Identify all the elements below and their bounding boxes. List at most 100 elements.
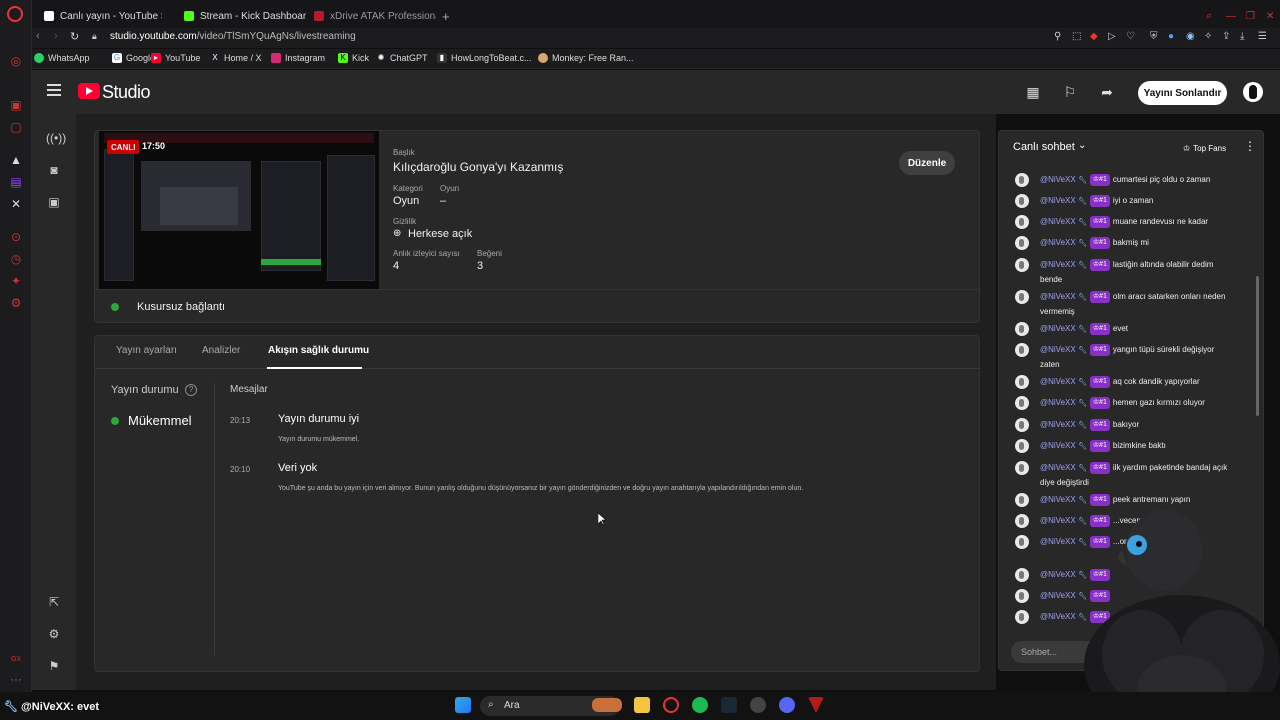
pocket-icon[interactable]: ◆ [1090,31,1098,42]
chat-message[interactable]: @NiVeXX 🔧︎ ♔#1 iyi o zaman [1015,194,1235,209]
chat-message[interactable]: @NiVeXX 🔧︎ ♔#1 bakmiş mi [1015,236,1235,251]
bookmark-icon[interactable]: ⚐ [1062,84,1078,100]
more-icon[interactable]: ··· [7,670,25,688]
messenger-icon[interactable]: ▣ [7,96,25,114]
chat-avatar[interactable] [1015,236,1029,250]
chat-author[interactable]: @NiVeXX [1040,516,1076,525]
chat-author[interactable]: @NiVeXX [1040,398,1076,407]
chevron-down-icon[interactable]: ⌄ [1078,140,1086,151]
chat-scrollbar[interactable] [1256,276,1259,416]
forward-icon[interactable]: › [54,30,58,42]
help-icon[interactable]: ? [185,384,197,396]
bookmark-whatsapp[interactable]: WhatsApp [34,53,90,63]
snapshot-icon[interactable]: ⬚ [1072,31,1081,42]
settings-icon[interactable]: ⚙ [7,294,25,312]
chat-avatar[interactable] [1015,610,1029,624]
chat-message[interactable]: @NiVeXX 🔧︎ ♔#1 hemen gazı kırmızı oluyor [1015,396,1235,411]
chat-avatar[interactable] [1015,194,1029,208]
chat-message[interactable]: @NiVeXX 🔧︎ ♔#1 muane randevusı ne kadar [1015,215,1235,230]
opera-logo-icon[interactable] [7,6,23,22]
shield-icon[interactable]: ⛨ [1150,31,1158,42]
chat-author[interactable]: @NiVeXX [1040,175,1076,184]
tab-analytics[interactable]: Analizler [202,345,240,356]
history-icon[interactable]: ◷ [7,250,25,268]
chat-author[interactable]: @NiVeXX [1040,591,1076,600]
studio-logo-text[interactable]: Studio [102,82,151,103]
audio-icon[interactable]: ◉ [1186,31,1195,42]
settings-gear-icon[interactable]: ⚙ [46,626,62,642]
stream-preview[interactable]: CANLI 17:50 [99,131,379,289]
chat-avatar[interactable] [1015,396,1029,410]
external-link-icon[interactable]: ⇱ [46,594,62,610]
chat-author[interactable]: @NiVeXX [1040,537,1076,546]
live-stream-icon[interactable]: ((•)) [46,130,66,146]
edit-button[interactable]: Düzenle [899,151,955,175]
discord-icon[interactable] [779,697,795,713]
puzzle-icon[interactable]: ✧ [1204,31,1212,42]
spotify-icon[interactable] [692,697,708,713]
lock-icon[interactable]: 🔒︎ [92,31,97,42]
chat-avatar[interactable] [1015,418,1029,432]
back-icon[interactable]: ‹ [36,30,40,42]
url-field[interactable]: studio.youtube.com/video/TlSmYQuAgNs/liv… [110,31,356,42]
aria-icon[interactable]: ▲ [7,151,25,169]
steam-icon[interactable] [721,697,737,713]
chat-avatar[interactable] [1015,493,1029,507]
chat-avatar[interactable] [1015,258,1029,272]
chat-author[interactable]: @NiVeXX [1040,345,1076,354]
bookmark-youtube[interactable]: ▸ YouTube [151,53,200,63]
speed-dial-icon[interactable]: ◎ [7,52,25,70]
chat-author[interactable]: @NiVeXX [1040,495,1076,504]
bookmark-google[interactable]: G Google [112,53,155,63]
clapper-icon[interactable]: ▦ [1025,84,1041,100]
chat-avatar[interactable] [1015,589,1029,603]
camera-icon[interactable]: ◙ [46,162,62,178]
share-arrow-icon[interactable]: ➦ [1099,84,1115,100]
chat-avatar[interactable] [1015,322,1029,336]
chat-author[interactable]: @NiVeXX [1040,260,1076,269]
chat-avatar[interactable] [1015,439,1029,453]
chat-message[interactable]: @NiVeXX 🔧︎ ♔#1 bizimkine baktı [1015,439,1235,454]
chat-title[interactable]: Canlı sohbet [1013,141,1075,153]
chat-author[interactable]: @NiVeXX [1040,238,1076,247]
chat-avatar[interactable] [1015,568,1029,582]
chat-author[interactable]: @NiVeXX [1040,420,1076,429]
chat-message[interactable]: @NiVeXX 🔧︎ ♔#1 olm aracı satarken onları n… [1015,290,1235,319]
reload-icon[interactable]: ↻ [70,30,79,43]
menu-icon[interactable]: ☰ [1258,31,1267,42]
app-icon[interactable] [750,697,766,713]
top-fans-button[interactable]: ♔ Top Fans [1179,140,1230,156]
chat-author[interactable]: @NiVeXX [1040,570,1076,579]
bookmark-chatgpt[interactable]: ✺ ChatGPT [376,53,428,63]
share-icon[interactable]: ⇪ [1222,31,1230,42]
calendar-icon[interactable]: ▣ [46,194,62,210]
bookmark-x[interactable]: X Home / X [210,53,261,63]
chat-author[interactable]: @NiVeXX [1040,612,1076,621]
search-tabs-icon[interactable]: ⌕ [1198,5,1220,27]
tab-youtube-studio[interactable]: Canlı yayın - YouTube Stu [36,5,162,27]
chat-author[interactable]: @NiVeXX [1040,196,1076,205]
chat-message[interactable]: @NiVeXX 🔧︎ ♔#1 lastiğin altında olabilir d… [1015,258,1235,287]
chat-message[interactable]: @NiVeXX 🔧︎ ♔#1 yangın tüpü sürekli değişiy… [1015,343,1235,372]
tab-xdrive[interactable]: xDrive ATAK Professional [306,5,436,27]
end-stream-button[interactable]: Yayını Sonlandır [1138,81,1227,105]
instagram-icon[interactable]: ▢ [7,118,25,136]
valorant-icon[interactable] [808,697,824,713]
chat-avatar[interactable] [1015,215,1029,229]
hamburger-menu-icon[interactable] [47,84,61,96]
chat-author[interactable]: @NiVeXX [1040,324,1076,333]
chat-avatar[interactable] [1015,173,1029,187]
download-icon[interactable]: ⤓ [1240,31,1244,42]
chat-avatar[interactable] [1015,514,1029,528]
bookmark-monkey[interactable]: Monkey: Free Ran... [538,53,634,63]
extensions-icon[interactable]: ✦ [7,272,25,290]
chat-avatar[interactable] [1015,461,1029,475]
chat-message[interactable]: @NiVeXX 🔧︎ ♔#1 cumartesi piç oldu o zaman [1015,173,1235,188]
chat-author[interactable]: @NiVeXX [1040,377,1076,386]
chat-message[interactable]: @NiVeXX 🔧︎ ♔#1 ilk yardım paketinde bandaj… [1015,461,1235,490]
chat-author[interactable]: @NiVeXX [1040,441,1076,450]
taskbar-widget-icon[interactable] [592,698,622,712]
player-icon[interactable]: ⊙ [7,228,25,246]
tab-stream-health[interactable]: Akışın sağlık durumu [268,345,369,356]
opera-gx-icon[interactable] [663,697,679,713]
